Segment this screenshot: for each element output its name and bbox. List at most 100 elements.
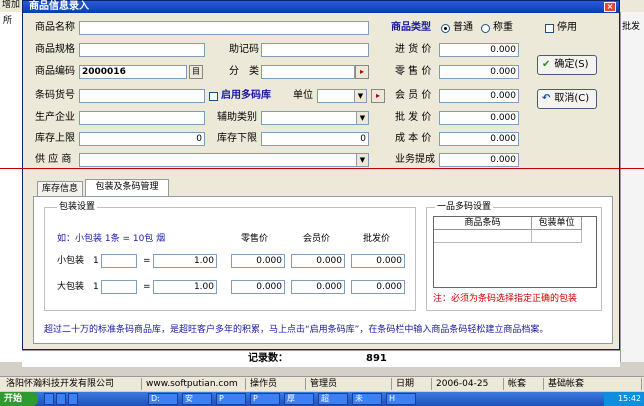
close-button[interactable]: ×	[604, 2, 616, 12]
background-add-label: 增加	[2, 0, 21, 10]
ok-button-label: 确定(S)	[554, 59, 589, 70]
taskbar-item[interactable]: D:	[148, 393, 178, 405]
enable-multi-checkbox[interactable]	[209, 92, 218, 101]
goods-type-normal-radio[interactable]	[441, 24, 450, 33]
multicode-group: 一品多码设置 商品条码 包装单位 注：必须为条码选择指定正确的包装	[426, 202, 602, 311]
background-tree-item[interactable]: 所	[3, 14, 12, 28]
divider-line	[0, 168, 644, 169]
spec-input[interactable]	[79, 43, 205, 57]
grid-cell[interactable]	[434, 230, 532, 243]
large-pack-unit-input[interactable]	[101, 280, 137, 294]
background-tree: 所	[0, 12, 23, 362]
small-pack-qty-input[interactable]: 1.00	[153, 254, 217, 268]
product-entry-dialog: 商品信息录入 × 商品名称 商品规格 助记码 商品编码 2000016 目 分 …	[22, 0, 620, 350]
barcode-input[interactable]	[79, 89, 205, 103]
col-member-label: 会员价	[303, 234, 331, 244]
maker-input[interactable]	[79, 111, 205, 125]
quicklaunch-media-icon[interactable]	[68, 393, 78, 405]
large-pack-member-input[interactable]: 0.000	[291, 280, 345, 294]
wholesale-price-input[interactable]: 0.000	[439, 111, 519, 125]
tab-stock-info[interactable]: 库存信息	[37, 181, 83, 196]
member-price-input[interactable]: 0.000	[439, 89, 519, 103]
large-pack-qty-input[interactable]: 1.00	[153, 280, 217, 294]
ok-button[interactable]: ✔ 确定(S)	[537, 55, 597, 75]
taskbar-item[interactable]: P	[216, 393, 246, 405]
category-picker-icon[interactable]: ▸	[355, 65, 369, 79]
status-account-label: 帐套	[504, 378, 544, 390]
mnemonic-input[interactable]	[261, 43, 369, 57]
taskbar-item[interactable]: 安	[182, 393, 212, 405]
stock-upper-input[interactable]: 0	[79, 132, 205, 146]
cancel-button[interactable]: ↶ 取消(C)	[537, 89, 597, 109]
category-input[interactable]	[261, 65, 355, 79]
small-pack-member-input[interactable]: 0.000	[291, 254, 345, 268]
small-pack-unit-input[interactable]	[101, 254, 137, 268]
large-pack-retail-input[interactable]: 0.000	[231, 280, 285, 294]
member-price-label: 会 员 价	[395, 90, 432, 101]
dialog-title: 商品信息录入	[29, 1, 89, 12]
large-pack-num: 1	[93, 282, 99, 292]
maker-label: 生产企业	[35, 112, 75, 123]
taskbar-item[interactable]: 未	[352, 393, 382, 405]
taskbar: 开始 D: 安 P P 厚 超 未 H 15:42	[0, 392, 644, 406]
taskbar-item[interactable]: P	[250, 393, 280, 405]
stock-lower-input[interactable]: 0	[261, 132, 369, 146]
goods-type-weigh-label: 称重	[493, 22, 513, 33]
small-pack-num: 1	[93, 256, 99, 266]
disable-checkbox[interactable]	[545, 24, 554, 33]
barcode-label: 条码货号	[35, 90, 75, 101]
taskbar-item[interactable]: 超	[318, 393, 348, 405]
record-count-value: 891	[366, 353, 387, 364]
supplier-label: 供 应 商	[35, 154, 72, 165]
barcode-db-hint: 超过二十万的标准条码商品库，是超旺客户多年的积累，马上点击“启用条码库”，在条码…	[44, 325, 549, 335]
status-website: www.softputian.com	[142, 378, 246, 390]
wholesale-price-label: 批 发 价	[395, 112, 432, 123]
supplier-select[interactable]: ▼	[79, 153, 369, 167]
code-label: 商品编码	[35, 66, 75, 77]
start-button[interactable]: 开始	[0, 392, 38, 406]
cost-price-input[interactable]: 0.000	[439, 132, 519, 146]
taskbar-item[interactable]: H	[386, 393, 416, 405]
multicode-note: 注：必须为条码选择指定正确的包装	[433, 294, 578, 304]
chevron-down-icon: ▼	[354, 90, 366, 102]
commission-label: 业务提成	[395, 154, 435, 165]
purchase-price-input[interactable]: 0.000	[439, 43, 519, 57]
small-pack-label: 小包装	[57, 256, 85, 266]
aux-category-select[interactable]: ▼	[261, 111, 369, 125]
status-date-label: 日期	[392, 378, 432, 390]
status-company: 洛阳怀瀚科技开发有限公司	[2, 378, 142, 390]
col-retail-label: 零售价	[241, 234, 269, 244]
stock-upper-label: 库存上限	[35, 133, 75, 144]
packaging-example: 如：小包装 1条 = 10包 烟	[57, 234, 166, 244]
multicode-grid[interactable]: 商品条码 包装单位	[433, 216, 597, 288]
quicklaunch-desktop-icon[interactable]	[56, 393, 66, 405]
record-count-label: 记录数：	[248, 353, 288, 364]
cancel-button-label: 取消(C)	[554, 93, 590, 104]
grid-cell[interactable]	[532, 230, 582, 243]
tab-packaging-barcode[interactable]: 包装及条码管理	[85, 179, 169, 196]
unit-picker-icon[interactable]: ▸	[371, 89, 385, 103]
retail-price-input[interactable]: 0.000	[439, 65, 519, 79]
code-input[interactable]: 2000016	[79, 65, 187, 79]
unit-label: 单位	[293, 90, 313, 101]
large-pack-wholesale-input[interactable]: 0.000	[351, 280, 405, 294]
undo-icon: ↶	[542, 93, 551, 104]
stock-lower-label: 库存下限	[217, 133, 257, 144]
retail-price-label: 零 售 价	[395, 66, 432, 77]
small-pack-retail-input[interactable]: 0.000	[231, 254, 285, 268]
name-input[interactable]	[79, 21, 369, 35]
commission-input[interactable]: 0.000	[439, 153, 519, 167]
small-pack-equals: =	[143, 256, 151, 266]
code-picker-button[interactable]: 目	[189, 65, 203, 79]
col-barcode-header: 商品条码	[434, 217, 532, 230]
goods-type-weigh-radio[interactable]	[481, 24, 490, 33]
taskbar-item[interactable]: 厚	[284, 393, 314, 405]
small-pack-wholesale-input[interactable]: 0.000	[351, 254, 405, 268]
goods-type-label: 商品类型	[391, 22, 431, 33]
unit-select[interactable]: ▼	[317, 89, 367, 103]
disable-label: 停用	[557, 22, 577, 33]
col-unit-header: 包装单位	[532, 217, 582, 230]
col-wholesale-label: 批发价	[363, 234, 391, 244]
multicode-group-title: 一品多码设置	[435, 202, 494, 212]
quicklaunch-ie-icon[interactable]	[44, 393, 54, 405]
